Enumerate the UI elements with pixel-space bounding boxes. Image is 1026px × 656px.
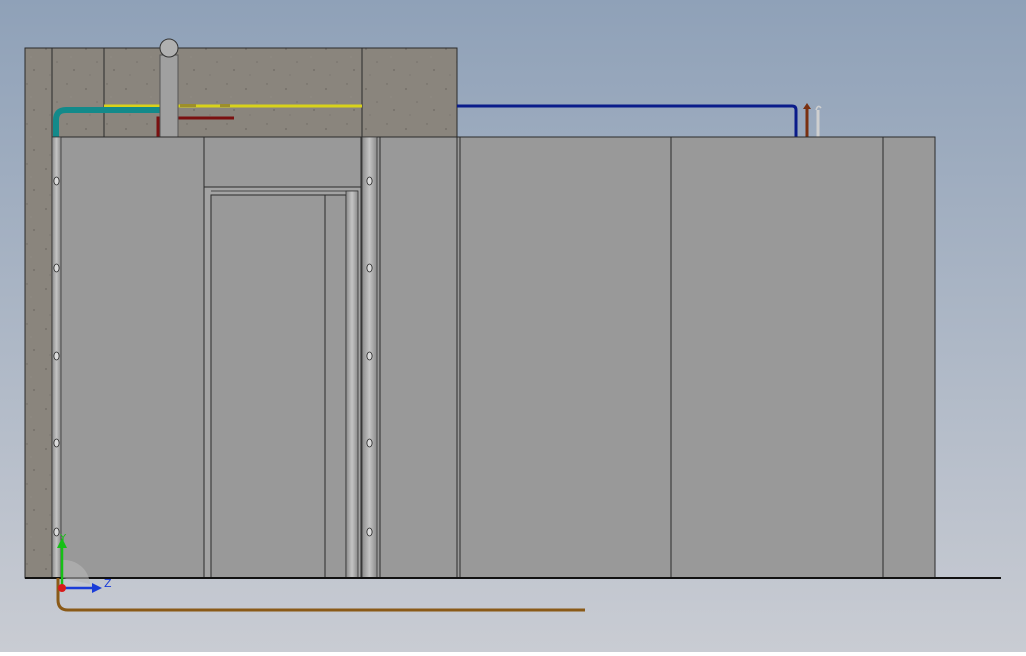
door-header (203, 136, 362, 188)
bolt-hole-mid-1 (366, 176, 373, 186)
bolt-hole-left-2 (53, 263, 60, 273)
x-axis-dot (58, 584, 66, 592)
bolt-hole-left-5 (53, 527, 60, 537)
z-axis-label: Z (104, 577, 112, 590)
panel-wall (51, 136, 936, 579)
bolt-hole-mid-5 (366, 527, 373, 537)
bolt-hole-mid-2 (366, 263, 373, 273)
bolt-hole-mid-3 (366, 351, 373, 361)
duct-cap (159, 38, 179, 58)
bolt-hole-left-4 (53, 438, 60, 448)
grey-duct (159, 54, 179, 138)
elevation-drawing: Y Z (0, 0, 1026, 652)
bolt-hole-left-3 (53, 351, 60, 361)
y-axis-label: Y (59, 533, 67, 544)
cad-viewport[interactable]: Y Z (0, 0, 1026, 652)
bolt-hole-mid-4 (366, 438, 373, 448)
door-jamb (345, 190, 359, 579)
door-leaf[interactable] (210, 194, 347, 579)
door[interactable] (203, 186, 362, 579)
bolt-hole-left-1 (53, 176, 60, 186)
